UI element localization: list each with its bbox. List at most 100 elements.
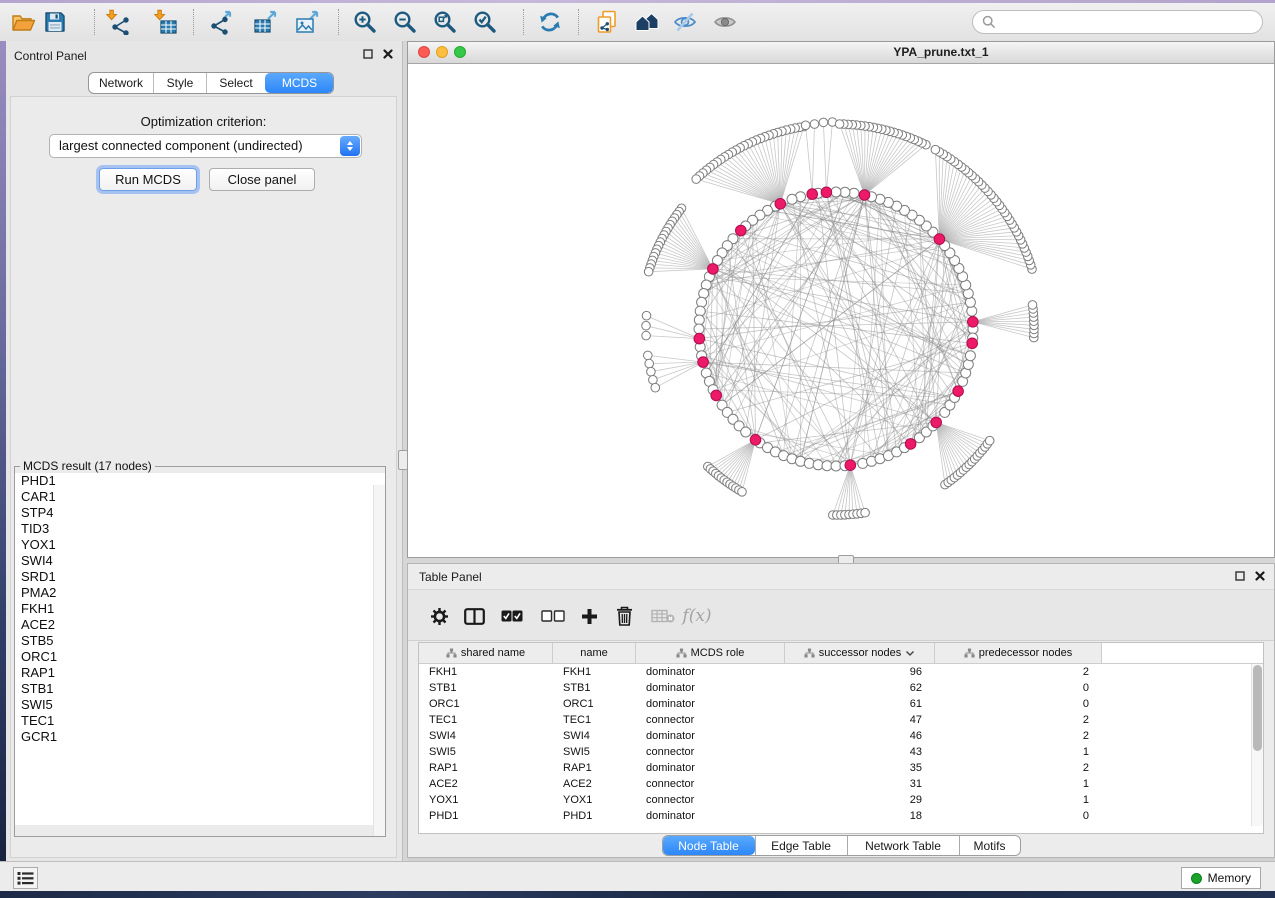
zoom-in-button[interactable]	[349, 5, 381, 38]
table-cell[interactable]: connector	[636, 794, 785, 806]
table-scrollbar[interactable]	[1251, 664, 1263, 826]
table-cell[interactable]: ORC1	[419, 698, 553, 710]
table-cell[interactable]: 0	[935, 682, 1102, 694]
table-cell[interactable]: 43	[785, 746, 935, 758]
table-cell[interactable]: 1	[935, 794, 1102, 806]
open-session-button[interactable]	[7, 5, 39, 38]
mcds-result-item[interactable]: CAR1	[15, 489, 385, 505]
new-network-from-selection-button[interactable]	[591, 5, 623, 38]
deselect-all-rows-button[interactable]	[539, 603, 567, 629]
export-table-button[interactable]	[249, 5, 281, 38]
network-canvas[interactable]	[408, 63, 1274, 557]
table-cell[interactable]: 18	[785, 810, 935, 822]
table-cell[interactable]: ACE2	[419, 778, 553, 790]
table-cell[interactable]: connector	[636, 714, 785, 726]
search-field[interactable]	[972, 10, 1263, 34]
table-cell[interactable]: FKH1	[419, 666, 553, 678]
table-cell[interactable]: STB1	[419, 682, 553, 694]
mcds-result-item[interactable]: YOX1	[15, 537, 385, 553]
table-cell[interactable]: 1	[935, 746, 1102, 758]
table-cell[interactable]: 1	[935, 778, 1102, 790]
table-cell[interactable]: dominator	[636, 666, 785, 678]
table-cell[interactable]: 61	[785, 698, 935, 710]
optimization-criterion-select[interactable]: largest connected component (undirected)	[49, 134, 362, 158]
table-cell[interactable]: ACE2	[553, 778, 636, 790]
mcds-result-item[interactable]: TEC1	[15, 713, 385, 729]
table-cell[interactable]: YOX1	[419, 794, 553, 806]
mcds-result-item[interactable]: RAP1	[15, 665, 385, 681]
table-row[interactable]: PHD1PHD1dominator180	[419, 808, 1263, 824]
table-cell[interactable]: 2	[935, 714, 1102, 726]
float-table-panel-button[interactable]	[1234, 570, 1246, 582]
tab-node-table[interactable]: Node Table	[663, 836, 755, 855]
table-cell[interactable]: 2	[935, 730, 1102, 742]
table-cell[interactable]: SWI4	[553, 730, 636, 742]
table-cell[interactable]: 96	[785, 666, 935, 678]
mcds-result-item[interactable]: ACE2	[15, 617, 385, 633]
table-cell[interactable]: YOX1	[553, 794, 636, 806]
import-table-button[interactable]	[150, 5, 182, 38]
mcds-result-item[interactable]: SWI4	[15, 553, 385, 569]
table-cell[interactable]: dominator	[636, 730, 785, 742]
table-cell[interactable]: 2	[935, 666, 1102, 678]
tab-style[interactable]: Style	[153, 73, 206, 93]
mcds-result-item[interactable]: TID3	[15, 521, 385, 537]
save-session-button[interactable]	[39, 5, 71, 38]
column-header-mcds-role[interactable]: MCDS role	[636, 643, 785, 663]
table-cell[interactable]: dominator	[636, 698, 785, 710]
zoom-out-button[interactable]	[389, 5, 421, 38]
table-scrollbar-thumb[interactable]	[1253, 665, 1262, 751]
column-header-shared-name[interactable]: shared name	[419, 643, 553, 663]
table-settings-button[interactable]	[425, 603, 453, 629]
zoom-selected-button[interactable]	[469, 5, 501, 38]
table-cell[interactable]: 2	[935, 762, 1102, 774]
tab-network[interactable]: Network	[89, 73, 153, 93]
tab-select[interactable]: Select	[206, 73, 265, 93]
table-cell[interactable]: RAP1	[553, 762, 636, 774]
table-cell[interactable]: TEC1	[553, 714, 636, 726]
table-row[interactable]: ORC1ORC1dominator610	[419, 696, 1263, 712]
table-cell[interactable]: ORC1	[553, 698, 636, 710]
mcds-result-item[interactable]: ORC1	[15, 649, 385, 665]
import-network-button[interactable]	[102, 5, 134, 38]
column-header-predecessor-nodes[interactable]: predecessor nodes	[935, 643, 1102, 663]
table-cell[interactable]: FKH1	[553, 666, 636, 678]
close-table-panel-button[interactable]	[1254, 570, 1266, 582]
run-mcds-button[interactable]: Run MCDS	[99, 168, 197, 191]
delete-column-button[interactable]	[610, 603, 638, 629]
table-cell[interactable]: SWI4	[419, 730, 553, 742]
memory-button[interactable]: Memory	[1181, 867, 1261, 889]
table-row[interactable]: TEC1TEC1connector472	[419, 712, 1263, 728]
table-cell[interactable]: 0	[935, 698, 1102, 710]
window-zoom-traffic-light[interactable]	[454, 46, 466, 58]
float-panel-button[interactable]	[362, 48, 374, 60]
mcds-result-item[interactable]: GCR1	[15, 729, 385, 745]
add-column-button[interactable]	[575, 603, 603, 629]
table-cell[interactable]: 0	[935, 810, 1102, 822]
clear-table-button[interactable]	[649, 603, 677, 629]
table-cell[interactable]: 31	[785, 778, 935, 790]
table-cell[interactable]: 62	[785, 682, 935, 694]
table-cell[interactable]: 46	[785, 730, 935, 742]
close-panel-action-button[interactable]: Close panel	[209, 168, 315, 191]
tab-network-table[interactable]: Network Table	[847, 836, 959, 855]
table-cell[interactable]: 29	[785, 794, 935, 806]
search-input[interactable]	[1002, 12, 1262, 32]
tab-motifs[interactable]: Motifs	[959, 836, 1020, 855]
mcds-result-item[interactable]: STB1	[15, 681, 385, 697]
tab-mcds[interactable]: MCDS	[265, 73, 333, 93]
split-panel-button[interactable]	[460, 603, 488, 629]
show-all-button[interactable]	[709, 5, 741, 38]
table-row[interactable]: STB1STB1dominator620	[419, 680, 1263, 696]
table-row[interactable]: YOX1YOX1connector291	[419, 792, 1263, 808]
tab-edge-table[interactable]: Edge Table	[755, 836, 847, 855]
table-cell[interactable]: TEC1	[419, 714, 553, 726]
zoom-fit-button[interactable]	[429, 5, 461, 38]
table-cell[interactable]: dominator	[636, 762, 785, 774]
mcds-result-item[interactable]: SWI5	[15, 697, 385, 713]
table-cell[interactable]: dominator	[636, 682, 785, 694]
window-minimize-traffic-light[interactable]	[436, 46, 448, 58]
mcds-result-item[interactable]: STB5	[15, 633, 385, 649]
table-row[interactable]: FKH1FKH1dominator962	[419, 664, 1263, 680]
mcds-result-list[interactable]: PHD1CAR1STP4TID3YOX1SWI4SRD1PMA2FKH1ACE2…	[15, 473, 385, 825]
